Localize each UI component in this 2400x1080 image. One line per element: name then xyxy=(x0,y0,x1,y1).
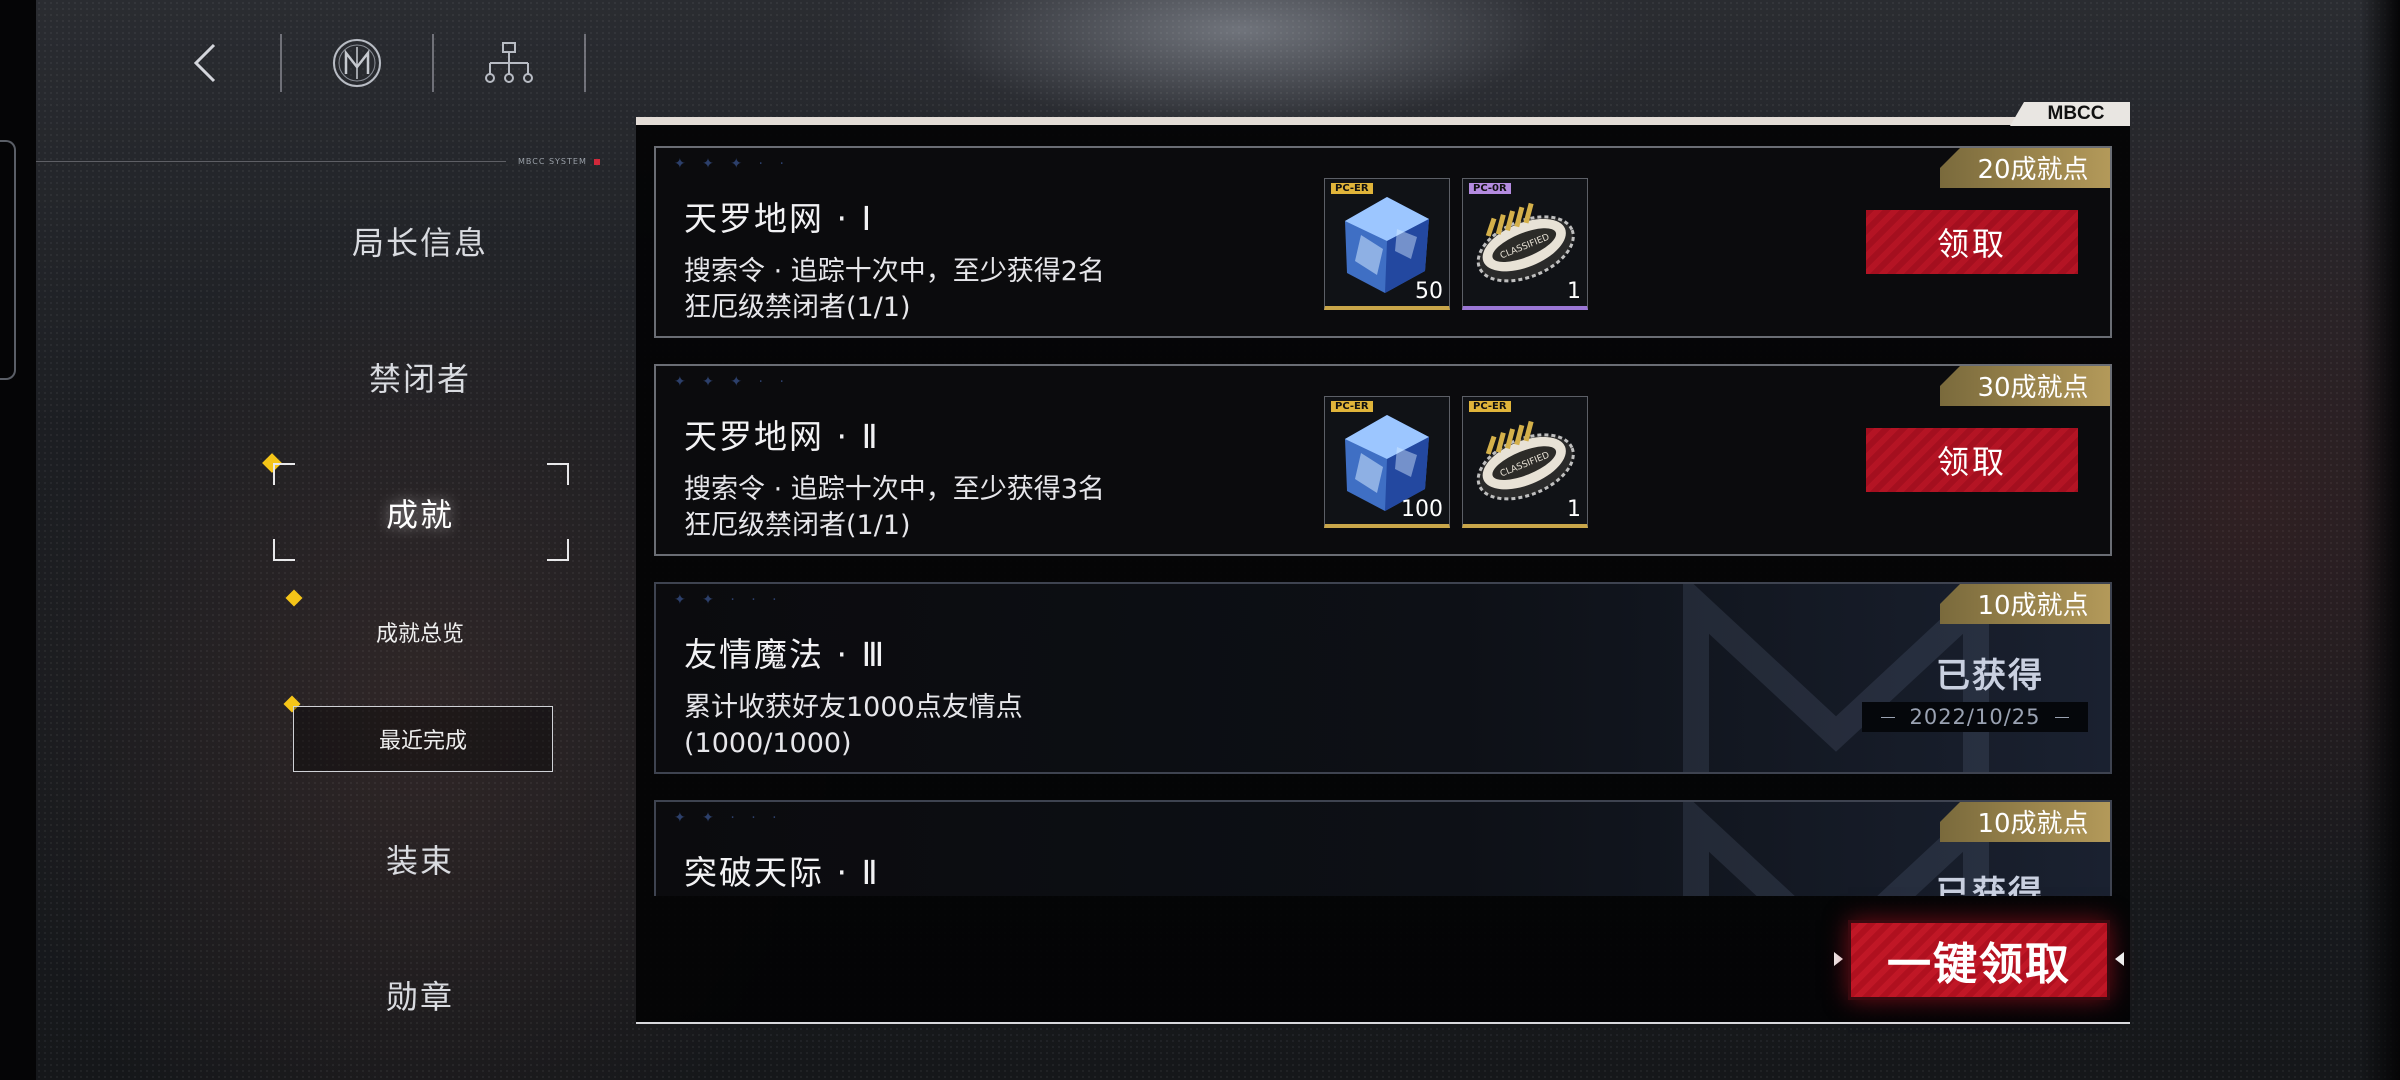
panel-bottom-line xyxy=(636,1022,2130,1024)
reward-item[interactable]: CLASSIFIED PC-ER 1 xyxy=(1462,396,1588,528)
achievement-list[interactable]: ✦ ✦ ✦ · · 天罗地网 · Ⅰ 搜索令 · 追踪十次中，至少获得2名 狂厄… xyxy=(654,146,2112,896)
achievement-desc: 搜索令 · 追踪十次中，至少获得3名 狂厄级禁闭者(1/1) xyxy=(684,472,1105,544)
arrow-right-icon xyxy=(1834,952,1843,966)
reward-label: PC-ER xyxy=(1331,183,1373,194)
claim-button[interactable]: 领取 xyxy=(1866,210,2078,274)
reward-count: 1 xyxy=(1567,279,1581,304)
achievement-title: 天罗地网 · Ⅰ xyxy=(684,199,874,238)
reward-count: 100 xyxy=(1401,497,1443,522)
reward-item[interactable]: CLASSIFIED PC-0R 1 xyxy=(1462,178,1588,310)
select-corner-br xyxy=(547,539,569,561)
achievement-card: ✦ ✦ ✦ · · 天罗地网 · Ⅱ 搜索令 · 追踪十次中，至少获得3名 狂厄… xyxy=(654,364,2112,556)
mbcc-logo-icon xyxy=(333,39,381,87)
system-indicator xyxy=(594,159,600,165)
sidebar-item-outfits[interactable]: 装束 xyxy=(270,836,570,882)
obtained-date: 2022/10/25 xyxy=(1862,702,2088,732)
sidebar-item-sinners[interactable]: 禁闭者 xyxy=(270,354,570,400)
desc-line: 狂厄级禁闭者(1/1) xyxy=(684,292,911,323)
desc-line: 搜索令 · 追踪十次中，至少获得2名 xyxy=(684,256,1105,287)
obtained-status: 已获得 xyxy=(1936,656,2044,696)
desc-line: 累计收获好友1000点友情点 xyxy=(684,692,1023,723)
panel-tag: MBCC xyxy=(2010,102,2130,126)
select-corner-bl xyxy=(273,539,295,561)
achievement-title: 突破天际 · Ⅱ xyxy=(684,853,880,892)
desc-line: (1000/1000) xyxy=(684,728,852,759)
obtained-date-text: 2022/10/25 xyxy=(1909,705,2041,729)
achievement-desc: 搜索令 · 追踪十次中，至少获得2名 狂厄级禁闭者(1/1) xyxy=(684,254,1105,326)
subitem-recent: 最近完成 xyxy=(378,729,467,754)
select-corner-tr xyxy=(547,463,569,485)
stars-decoration: ✦ ✦ ✦ · · xyxy=(674,374,790,390)
sidebar-item-commander-info[interactable]: 局长信息 xyxy=(270,218,570,264)
achievement-card: ✦ ✦ · · · 突破天际 · Ⅱ 已获得 10成就点 xyxy=(654,800,2112,896)
arrow-left-icon xyxy=(2115,952,2124,966)
points-badge: 30成就点 xyxy=(1940,366,2110,406)
points-badge: 20成就点 xyxy=(1940,148,2110,188)
achievement-desc: 累计收获好友1000点友情点 (1000/1000) xyxy=(684,690,1023,762)
achievement-card: ✦ ✦ ✦ · · 天罗地网 · Ⅰ 搜索令 · 追踪十次中，至少获得2名 狂厄… xyxy=(654,146,2112,338)
right-edge xyxy=(2360,0,2400,1080)
stars-decoration: ✦ ✦ · · · xyxy=(674,592,783,608)
panel-top-bar xyxy=(636,117,2130,125)
claim-all-wrapper: 一键领取 xyxy=(1834,918,2124,1002)
reward-label: PC-ER xyxy=(1469,401,1511,412)
select-corner-tl xyxy=(273,463,295,485)
subitem-recent-box[interactable]: 最近完成 xyxy=(293,706,553,772)
reward-label: PC-0R xyxy=(1469,183,1511,194)
claim-all-button[interactable]: 一键领取 xyxy=(1848,920,2110,1000)
achievement-title: 友情魔法 · Ⅲ xyxy=(684,635,887,674)
obtained-status: 已获得 xyxy=(1936,874,2044,896)
header-divider xyxy=(36,161,506,162)
reward-label: PC-ER xyxy=(1331,401,1373,412)
reward-item[interactable]: PC-ER 100 xyxy=(1324,396,1450,528)
desc-line: 狂厄级禁闭者(1/1) xyxy=(684,510,911,541)
achievement-title: 天罗地网 · Ⅱ xyxy=(684,417,880,456)
top-nav xyxy=(130,28,586,98)
nav-divider xyxy=(584,34,586,92)
hierarchy-button[interactable] xyxy=(434,28,584,98)
stars-decoration: ✦ ✦ · · · xyxy=(674,810,783,826)
reward-count: 1 xyxy=(1567,497,1581,522)
sidebar-item-achievements[interactable]: 成就 xyxy=(270,490,570,536)
back-button[interactable] xyxy=(130,28,280,98)
points-badge: 10成就点 xyxy=(1940,802,2110,842)
points-badge: 10成就点 xyxy=(1940,584,2110,624)
reward-count: 50 xyxy=(1415,279,1443,304)
achievement-card: ✦ ✦ · · · 友情魔法 · Ⅲ 累计收获好友1000点友情点 (1000/… xyxy=(654,582,2112,774)
hierarchy-icon xyxy=(485,42,533,83)
home-logo-button[interactable] xyxy=(282,28,432,98)
subitem-overview[interactable]: 成就总览 xyxy=(270,616,570,648)
sidebar-item-medals[interactable]: 勋章 xyxy=(270,972,570,1018)
claim-button[interactable]: 领取 xyxy=(1866,428,2078,492)
left-bracket-decoration xyxy=(0,140,16,380)
reward-item[interactable]: PC-ER 50 xyxy=(1324,178,1450,310)
desc-line: 搜索令 · 追踪十次中，至少获得3名 xyxy=(684,474,1105,505)
system-label: MBCC SYSTEM xyxy=(518,157,587,166)
chevron-left-icon xyxy=(193,43,216,83)
stars-decoration: ✦ ✦ ✦ · · xyxy=(674,156,790,172)
